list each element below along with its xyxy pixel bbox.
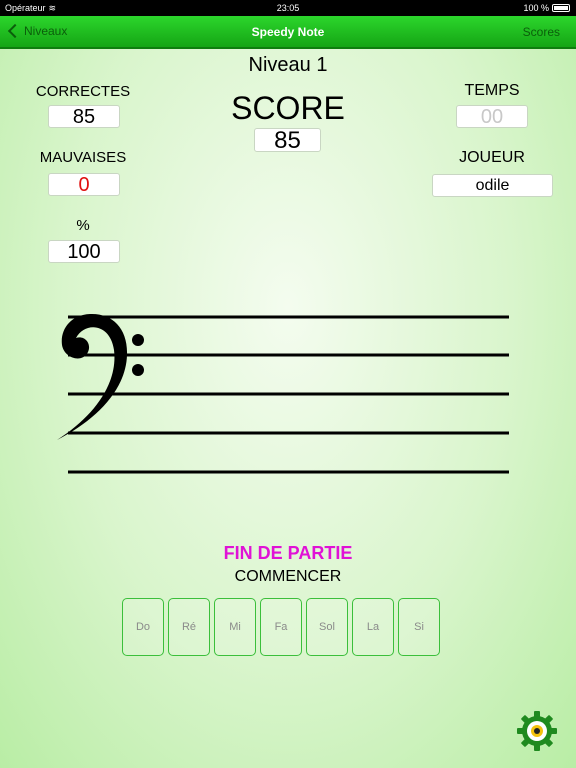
percent-value: 100: [48, 240, 120, 263]
joueur-label: JOUEUR: [459, 149, 525, 166]
joueur-field[interactable]: odile: [432, 174, 553, 197]
clock: 23:05: [276, 3, 300, 13]
battery-icon: [552, 4, 570, 12]
game-status: FIN DE PARTIE: [223, 543, 353, 563]
temps-label: TEMPS: [464, 82, 520, 99]
percent-label: %: [76, 217, 90, 234]
status-bar: Opérateur ≋ 23:05 100 %: [0, 0, 576, 16]
note-button-do[interactable]: Do: [122, 598, 164, 656]
level-title: Niveau 1: [248, 54, 328, 76]
note-button-si[interactable]: Si: [398, 598, 440, 656]
score-value: 85: [254, 128, 321, 153]
music-staff: [57, 313, 509, 474]
gear-icon[interactable]: [516, 710, 558, 752]
scores-button[interactable]: Scores: [523, 25, 560, 39]
note-buttons: Do Ré Mi Fa Sol La Si: [122, 598, 440, 656]
note-button-mi[interactable]: Mi: [214, 598, 256, 656]
note-button-la[interactable]: La: [352, 598, 394, 656]
battery: 100 %: [523, 3, 570, 13]
note-button-sol[interactable]: Sol: [306, 598, 348, 656]
navigation-bar: Niveaux Speedy Note Scores: [0, 16, 576, 49]
nav-title: Speedy Note: [251, 25, 325, 39]
mauvaises-label: MAUVAISES: [39, 149, 127, 166]
battery-label: 100 %: [523, 3, 549, 13]
note-button-fa[interactable]: Fa: [260, 598, 302, 656]
start-button[interactable]: COMMENCER: [0, 568, 576, 586]
mauvaises-value: 0: [48, 173, 120, 196]
note-button-re[interactable]: Ré: [168, 598, 210, 656]
bass-clef-icon: [57, 313, 144, 440]
temps-value: 00: [456, 105, 528, 128]
